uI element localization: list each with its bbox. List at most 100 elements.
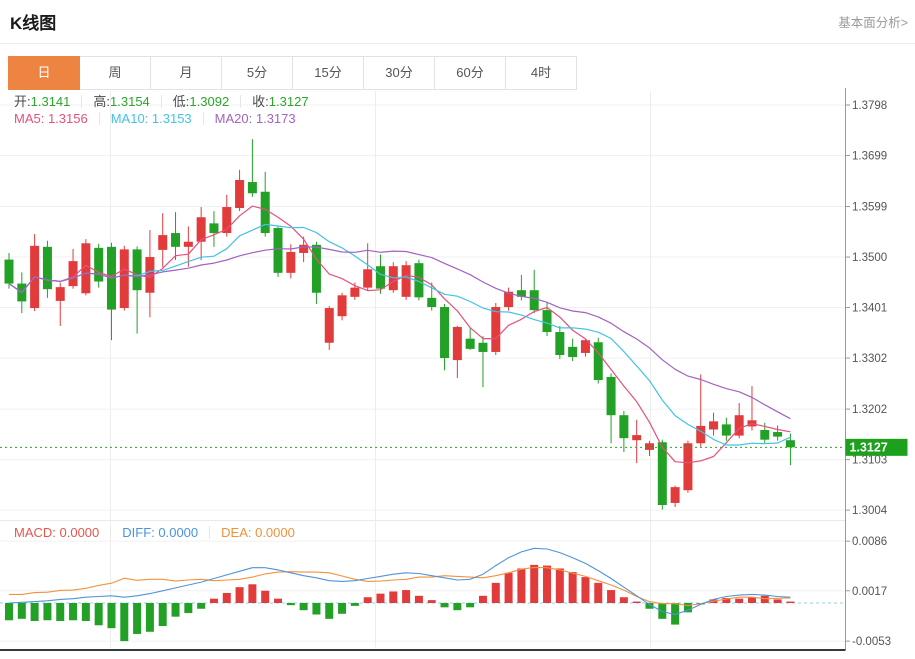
macd-bar <box>632 601 641 603</box>
macd-bar <box>184 603 193 614</box>
axis-label: 1.3401 <box>852 303 887 315</box>
axis-label: 1.3699 <box>852 151 887 163</box>
candle <box>568 346 578 358</box>
macd-bar <box>158 603 167 627</box>
tab-月[interactable]: 月 <box>150 56 222 90</box>
candle <box>350 287 360 297</box>
tab-30分[interactable]: 30分 <box>363 56 435 90</box>
candle <box>401 265 411 297</box>
macd-bar <box>56 603 65 621</box>
ohlc-value: 1.3127 <box>268 94 309 109</box>
ohlc-value: 1.3141 <box>30 94 71 109</box>
candle <box>478 342 488 352</box>
macd-bar <box>94 603 103 626</box>
candle <box>785 440 795 448</box>
candle <box>42 246 52 290</box>
candle <box>375 266 385 289</box>
macd-bar <box>555 568 564 603</box>
candle <box>209 223 219 234</box>
ohlc-label: 高: <box>93 94 111 109</box>
candle <box>260 191 270 234</box>
macd-bar <box>786 601 795 603</box>
tab-日[interactable]: 日 <box>8 56 80 90</box>
legend-divider <box>160 95 162 108</box>
ohlc-label: 低: <box>172 94 190 109</box>
candle <box>363 269 373 288</box>
ohlc-legend-row: 开:1.3141 高:1.3154 低:1.3092 收:1.3127 <box>14 94 309 110</box>
candle <box>299 244 309 253</box>
legend-divider <box>98 112 100 125</box>
candle <box>542 310 552 333</box>
current-price-badge-label: 1.3127 <box>850 440 888 454</box>
ohlc-value: 1.3154 <box>110 94 150 109</box>
macd-bar <box>43 603 52 621</box>
macd-bar <box>543 565 552 603</box>
candle <box>132 249 142 291</box>
macd-bar <box>478 595 487 603</box>
macd-bar <box>376 593 385 603</box>
macd-bar <box>581 577 590 603</box>
candle <box>324 308 334 343</box>
macd-bar <box>760 595 769 603</box>
candle <box>452 326 462 361</box>
macd-bar <box>747 597 756 603</box>
axis-label: 1.3202 <box>852 404 887 416</box>
macd-bar <box>594 582 603 603</box>
axis-label: 1.3004 <box>852 505 888 517</box>
macd-legend-item: MACD: 0.0000 <box>14 525 100 540</box>
axis-label: -0.0053 <box>852 636 891 648</box>
tab-15分[interactable]: 15分 <box>292 56 364 90</box>
ma5-line <box>8 205 791 464</box>
macd-bar <box>389 591 398 603</box>
macd-bar <box>658 603 667 619</box>
macd-bar <box>773 599 782 603</box>
axis-label: 1.3302 <box>852 353 887 365</box>
candle <box>4 259 14 284</box>
candle <box>247 182 257 194</box>
legend-divider <box>202 112 204 125</box>
candle <box>760 429 770 440</box>
macd-bar <box>607 590 616 603</box>
fundamental-analysis-link[interactable]: 基本面分析> <box>838 12 908 31</box>
candle <box>773 432 783 437</box>
macd-legend-item: DEA: 0.0000 <box>221 525 295 540</box>
macd-bar <box>414 595 423 603</box>
tab-4时[interactable]: 4时 <box>505 56 577 90</box>
macd-bar <box>235 587 244 603</box>
axis-label: 1.3103 <box>852 455 887 467</box>
period-tabbar: 日周月 5分 15分 30分 60分 4时 <box>8 56 577 90</box>
macd-legend: MACD: 0.0000 DIFF: 0.0000 DEA: 0.0000 <box>14 525 295 541</box>
candle <box>440 307 450 359</box>
tab-周[interactable]: 周 <box>79 56 151 90</box>
macd-bar <box>274 598 283 603</box>
macd-bar <box>517 568 526 603</box>
ohlc-value: 1.3092 <box>189 94 230 109</box>
candle <box>55 287 65 301</box>
macd-bar <box>312 603 321 615</box>
ohlc-label: 开: <box>14 94 31 109</box>
macd-bar <box>30 603 39 621</box>
candle <box>183 241 193 247</box>
candle <box>555 332 565 355</box>
legend-divider <box>209 526 211 539</box>
macd-bar <box>363 597 372 603</box>
macd-bar <box>5 603 13 621</box>
macd-bar <box>145 603 154 632</box>
candle <box>427 297 437 308</box>
macd-bar <box>530 564 539 603</box>
legend-divider <box>81 95 83 108</box>
candle <box>606 376 616 416</box>
axis-label: 0.0017 <box>852 586 887 598</box>
macd-bar <box>338 603 347 614</box>
macd-bar <box>504 572 513 603</box>
macd-bar <box>325 603 334 619</box>
macd-bar <box>286 603 295 606</box>
macd-bar <box>568 572 577 603</box>
macd-bar <box>427 600 436 603</box>
macd-bar <box>222 592 231 603</box>
tab-5分[interactable]: 5分 <box>221 56 293 90</box>
candle <box>670 487 680 503</box>
candle <box>273 227 283 273</box>
macd-bar <box>440 603 449 608</box>
tab-60分[interactable]: 60分 <box>434 56 506 90</box>
